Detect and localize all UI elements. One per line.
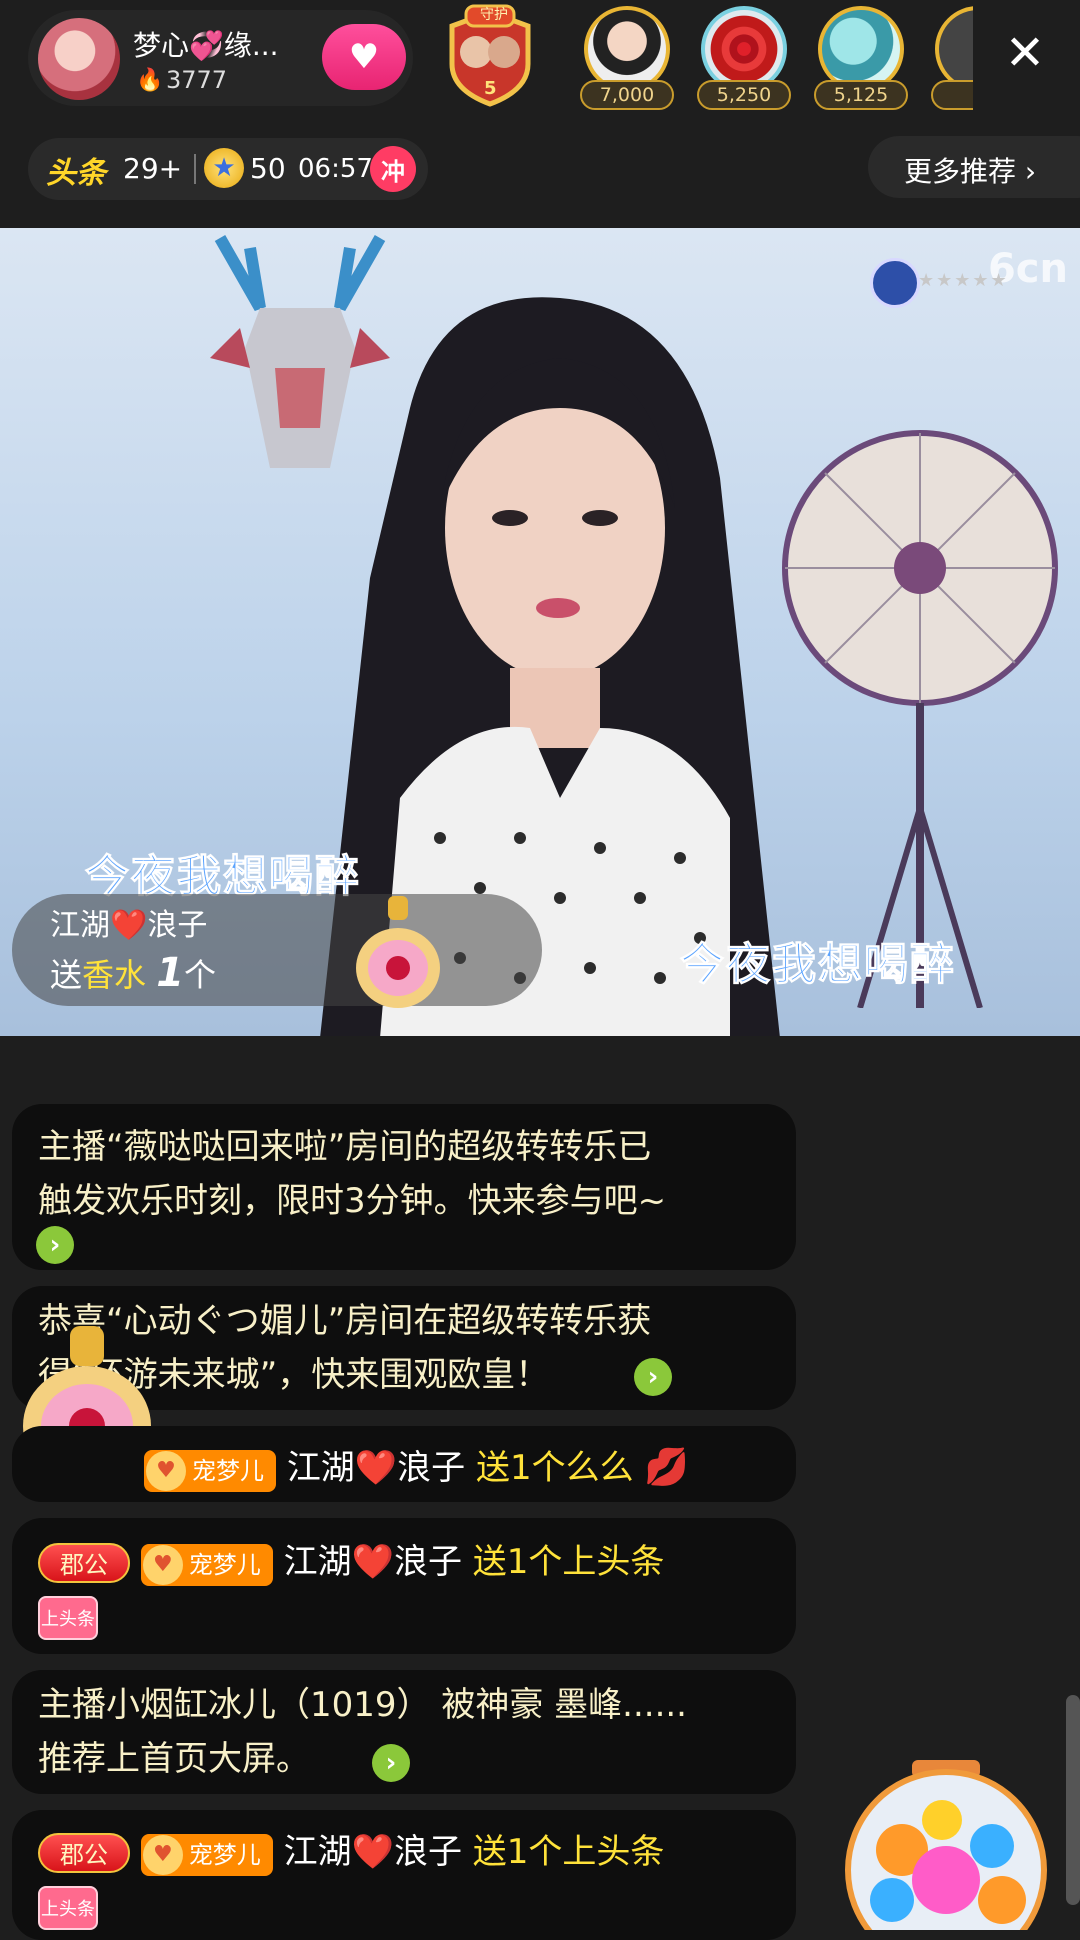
chat-row: 郡公 ♥ 宠梦儿 江湖❤️浪子 送1个上头条	[38, 1824, 664, 1876]
gift-sender: 江湖❤️浪子	[50, 908, 208, 943]
headline-logo: 头条	[46, 156, 106, 191]
viewer-avatar-3[interactable]: 5,125	[814, 6, 912, 110]
noble-title-badge[interactable]: 郡公	[38, 1833, 130, 1873]
chat-username[interactable]: 江湖❤️浪子	[284, 1832, 462, 1872]
message-line: 主播小烟缸冰儿（1019） 被神豪 墨峰......	[38, 1685, 687, 1725]
pet-badge[interactable]: ♥ 宠梦儿	[144, 1450, 276, 1492]
headline-count: 29+	[123, 152, 183, 185]
system-message[interactable]: 主播“薇哒哒回来啦”房间的超级转转乐已 触发欢乐时刻，限时3分钟。快来参与吧~ …	[12, 1104, 796, 1270]
message-line: 主播“薇哒哒回来啦”房间的超级转转乐已	[38, 1127, 652, 1167]
follow-button[interactable]: ♥	[322, 24, 406, 90]
star-icon: ★	[204, 148, 244, 188]
host-avatar[interactable]	[38, 18, 120, 100]
message-line: 触发欢乐时刻，限时3分钟。快来参与吧~	[38, 1181, 667, 1221]
gift-name: 香水	[82, 956, 147, 994]
anchor-rating-stars: ★★★★★	[918, 270, 1009, 291]
viewer-contribution: 5,125	[814, 80, 908, 110]
viewer-contribution: 5,250	[697, 80, 791, 110]
gift-message[interactable]: ♥ 宠梦儿 江湖❤️浪子 送1个么么 💋	[12, 1426, 796, 1502]
countdown-timer: 06:57	[298, 154, 373, 184]
gift-message[interactable]: 郡公 ♥ 宠梦儿 江湖❤️浪子 送1个上头条 上头条	[12, 1518, 796, 1654]
viewer-avatar-2[interactable]: 5,250	[697, 6, 795, 110]
more-recommend-label[interactable]: 更多推荐 ›	[904, 150, 1036, 190]
chat-gift-text: 送1个上头条	[472, 1542, 665, 1582]
pet-badge[interactable]: ♥ 宠梦儿	[140, 1834, 273, 1876]
gift-count: 1	[156, 950, 185, 996]
headline-bar[interactable]: 头条 29+ ★ 50 06:57 冲	[28, 138, 428, 200]
go-arrow-icon[interactable]: ›	[372, 1744, 410, 1782]
anchor-level-icon	[870, 258, 920, 308]
headline-gift-icon: 上头条	[38, 1596, 98, 1640]
chat-username[interactable]: 江湖❤️浪子	[287, 1448, 465, 1488]
go-arrow-icon[interactable]: ›	[36, 1226, 74, 1264]
host-heat-count: 3777	[166, 66, 228, 94]
system-message[interactable]: 主播小烟缸冰儿（1019） 被神豪 墨峰...... 推荐上首页大屏。 ›	[12, 1670, 796, 1794]
viewer-avatar-1[interactable]: 7,000	[580, 6, 678, 110]
go-arrow-icon[interactable]: ›	[634, 1358, 672, 1396]
guard-label: 守护	[480, 7, 508, 23]
fire-icon: 🔥	[136, 68, 164, 93]
heart-icon: ♥	[142, 1835, 183, 1875]
lips-icon: 💋	[644, 1447, 690, 1488]
close-button[interactable]: ✕	[1000, 28, 1050, 78]
chat-row: 郡公 ♥ 宠梦儿 江湖❤️浪子 送1个上头条	[38, 1534, 664, 1586]
heart-wings-icon: ♥	[348, 37, 380, 77]
scrollbar-thumb[interactable]	[1066, 1695, 1080, 1905]
guard-level: 5	[484, 78, 497, 99]
perfume-gift-icon	[356, 896, 440, 1008]
message-line: 推荐上首页大屏。	[38, 1739, 310, 1779]
host-card[interactable]: 梦心💞缘... 🔥 3777 ♥	[28, 10, 413, 106]
gift-message[interactable]: 郡公 ♥ 宠梦儿 江湖❤️浪子 送1个上头条 上头条	[12, 1810, 796, 1940]
chat-username[interactable]: 江湖❤️浪子	[284, 1542, 462, 1582]
chat-gift-text: 送1个么么	[475, 1448, 634, 1488]
chat-gift-text: 送1个上头条	[472, 1832, 665, 1872]
gift-send-line: 送香水 1个	[50, 950, 216, 996]
chat-row: ♥ 宠梦儿 江湖❤️浪子 送1个么么 💋	[144, 1440, 689, 1492]
heart-icon: ♥	[142, 1545, 183, 1585]
guard-badge[interactable]: 守护 5	[438, 4, 542, 108]
lyric-line: 今夜我想喝醉	[680, 939, 956, 991]
viewer-avatar-4[interactable]: 2	[931, 6, 973, 110]
close-icon: ✕	[1004, 25, 1046, 81]
gacha-machine-icon[interactable]	[842, 1760, 1050, 1930]
headline-gift-icon: 上头条	[38, 1886, 98, 1930]
send-prefix: 送	[50, 956, 83, 994]
rush-button[interactable]: 冲	[370, 146, 416, 192]
host-name: 梦心💞缘...	[133, 29, 279, 62]
gift-unit: 个	[184, 956, 217, 994]
viewer-contribution: 7,000	[580, 80, 674, 110]
heart-icon: ♥	[146, 1451, 186, 1491]
noble-title-badge[interactable]: 郡公	[38, 1543, 130, 1583]
viewer-contribution: 2	[931, 80, 973, 110]
star-count: 50	[250, 152, 286, 185]
divider	[194, 154, 196, 184]
pet-badge[interactable]: ♥ 宠梦儿	[140, 1544, 273, 1586]
